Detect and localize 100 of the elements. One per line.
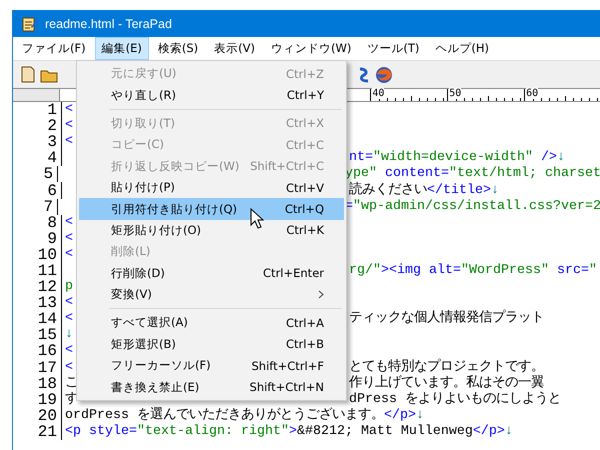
shortcut-label: Ctrl+K (286, 223, 324, 238)
code-text: "width=device-width" (373, 150, 533, 166)
line-number: 3 (46, 134, 58, 150)
menu-item-label: 元に戻す(U) (111, 66, 176, 82)
menu-item[interactable]: 書き換え禁止(E) Shift+Ctrl+N (79, 376, 344, 398)
menu-item[interactable]: ツール(T) (360, 37, 426, 60)
menu-item[interactable]: フリーカーソル(F) Shift+Ctrl+F (79, 355, 344, 376)
shortcut-label: Ctrl+Enter (263, 266, 324, 280)
shortcut-label: Ctrl+Z (286, 66, 324, 81)
menu-item-label: 削除(L) (111, 244, 150, 260)
ruler-label: 50 (449, 88, 462, 99)
shortcut-label: Ctrl+B (286, 337, 324, 352)
menu-item[interactable]: 矩形選択(B) Ctrl+B (79, 334, 344, 356)
line-number: 10 (36, 246, 58, 263)
mouse-cursor-icon (250, 208, 264, 229)
code-text: < (65, 102, 73, 118)
code-text: ↓ (416, 408, 424, 424)
shortcut-label: Shift+Ctrl+N (250, 380, 324, 394)
ruler-label: 40 (372, 88, 384, 99)
code-text: < (65, 134, 73, 150)
menu-item[interactable]: ファイル(F) (15, 37, 93, 60)
menu-item-label: 引用符付き貼り付け(Q) (111, 202, 238, 217)
code-text: < (65, 295, 73, 312)
line-number: 14 (36, 311, 58, 328)
line-number: 18 (36, 376, 58, 392)
menu-item-label: 行削除(D) (111, 266, 165, 281)
line-number: 8 (46, 214, 58, 231)
code-text: < (65, 246, 73, 263)
menu-item[interactable]: やり直し(R) Ctrl+Y (79, 84, 344, 106)
shortcut-label: Ctrl+A (286, 316, 324, 330)
code-text: /> (540, 150, 557, 166)
code-text: &#8212; Matt Mullenweg (296, 424, 473, 440)
code-text: < (65, 360, 73, 376)
menu-item-label: 折り返し反映コピー(W) (111, 158, 240, 174)
shortcut-label: Shift+Ctrl+C (250, 159, 324, 174)
code-text: " (588, 262, 597, 279)
line-number: 5 (42, 166, 54, 182)
menu-item[interactable]: 表示(V) (207, 37, 262, 60)
code-text: < (65, 118, 73, 134)
fox-icon[interactable] (375, 66, 393, 84)
code-text: < (65, 214, 73, 231)
menu-item[interactable]: 編集(E) (94, 37, 149, 60)
code-text: ype" (345, 166, 378, 182)
line-number: 4 (46, 150, 58, 166)
menu-item-label: 貼り付け(P) (111, 180, 175, 196)
line-number: 20 (36, 408, 58, 424)
code-text: < (65, 311, 73, 328)
menu-item-label: 切り取り(T) (111, 116, 175, 131)
menu-item[interactable]: 矩形貼り付け(O) Ctrl+K (79, 220, 344, 242)
shortcut-label: Ctrl+X (286, 116, 324, 130)
code-text: p (65, 279, 73, 296)
line-number: 21 (36, 424, 58, 440)
code-text: "wp-admin/css/install.css?ver=2 (353, 198, 600, 215)
shortcut-label: Ctrl+C (286, 138, 324, 152)
menu-item[interactable]: 引用符付き貼り付け(Q) Ctrl+Q (79, 198, 344, 220)
code-text: "WordPress" (460, 262, 549, 279)
line-number: 9 (46, 230, 58, 247)
code-text: </p> (384, 408, 416, 424)
code-text: とても特別なプロジェクトです。 (349, 360, 544, 375)
menu-item-label: やり直し(R) (111, 88, 176, 103)
window-title: readme.html - TeraPad (45, 16, 172, 30)
line-number: 11 (36, 262, 58, 279)
new-file-icon[interactable] (21, 66, 35, 83)
code-text: ↓ (491, 182, 499, 199)
line-number: 13 (36, 295, 58, 312)
chevron-right-icon (318, 290, 324, 300)
code-text: ティックな個人情報発信プラット (349, 311, 544, 328)
menu-item[interactable]: 行削除(D) Ctrl+Enter (79, 262, 344, 284)
shortcut-label: Shift+Ctrl+F (252, 358, 324, 373)
code-text: </title> (427, 182, 491, 199)
code-text: </p> (472, 424, 505, 440)
menu-item[interactable]: 検索(S) (150, 37, 206, 60)
code-text: < (65, 343, 73, 360)
line-number: 19 (36, 392, 58, 408)
menu-item-label: 矩形選択(B) (111, 336, 176, 352)
code-text: "text/html; charset (449, 166, 600, 182)
line-number: 6 (46, 182, 58, 199)
menu-item[interactable]: ヘルプ(H) (428, 37, 496, 60)
code-text: ordPress を選んでいただきありがとうございます。 (65, 408, 384, 424)
line-number: 7 (42, 198, 54, 215)
line-number: 17 (36, 360, 58, 376)
menu-item-label: すべて選択(A) (111, 315, 188, 330)
menu-item[interactable]: 変換(V) (79, 284, 344, 306)
menu-item-label: 変換(V) (111, 287, 152, 302)
menu-item[interactable]: すべて選択(A) Ctrl+A (79, 312, 344, 334)
menu-item[interactable]: ウィンドウ(W) (264, 37, 358, 60)
menu-item-label: 矩形貼り付け(O) (111, 222, 202, 238)
code-text: 作り上げています。私はその一翼 (349, 376, 544, 392)
line-number: 2 (46, 118, 58, 134)
code-text: "text-align: right" (136, 424, 289, 440)
notepad-icon (22, 16, 38, 32)
code-text: ↓ (504, 424, 513, 440)
line-number: 15 (36, 327, 58, 344)
shortcut-label: Ctrl+Q (284, 202, 324, 216)
shortcut-label: Ctrl+V (286, 180, 324, 195)
code-text: src= (556, 262, 589, 279)
code-text: ↓ (556, 150, 565, 166)
menu-item[interactable]: 貼り付け(P) Ctrl+V (79, 176, 344, 198)
code-text: ><img alt= (381, 262, 461, 279)
shortcut-label: Ctrl+Y (286, 88, 324, 102)
